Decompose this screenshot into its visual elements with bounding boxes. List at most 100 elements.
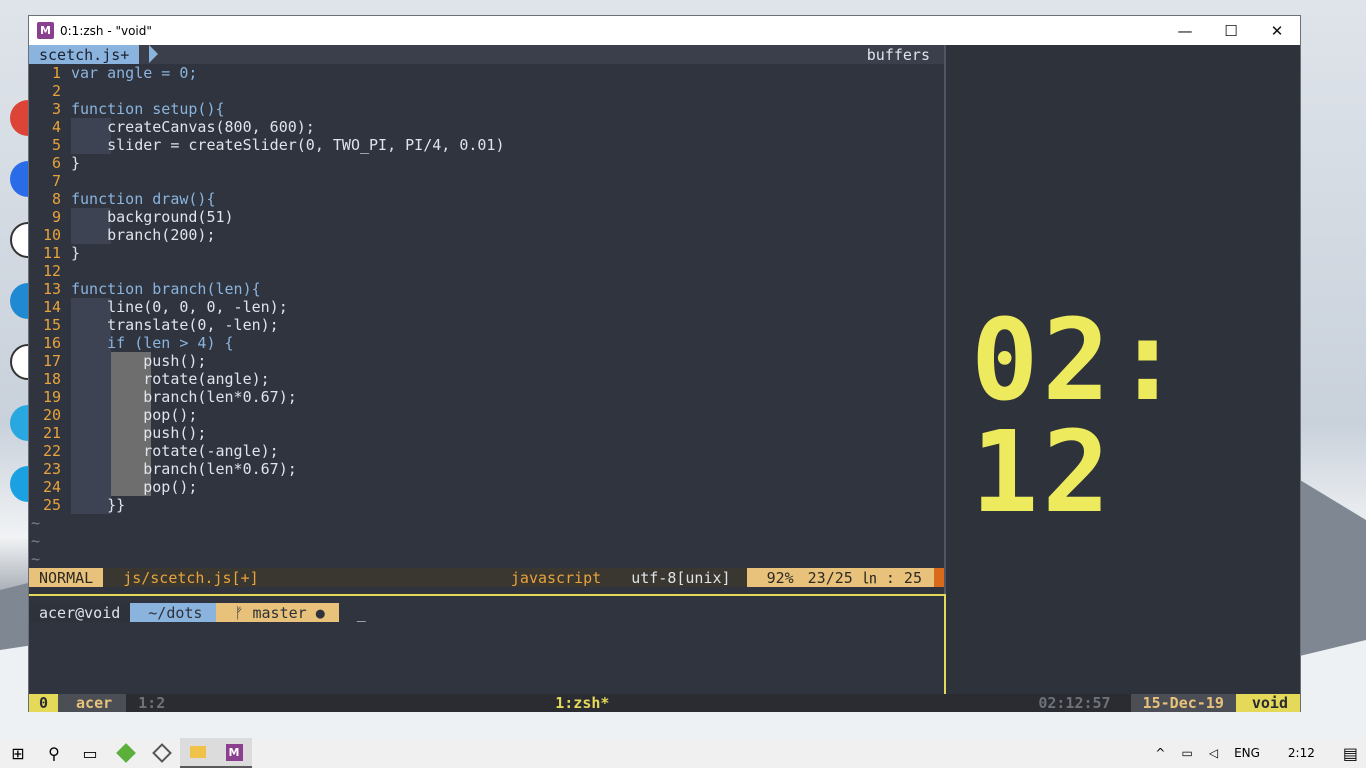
code-text: var angle = 0; (71, 64, 198, 82)
tmux-time: 02:12:57 (1038, 694, 1111, 712)
code-line[interactable]: 25 }} (29, 496, 944, 514)
code-line[interactable]: 21 push(); (29, 424, 944, 442)
code-line[interactable]: 20 pop(); (29, 406, 944, 424)
tty-clock: 02: 12 (971, 296, 1186, 538)
code-line[interactable]: 1 var angle = 0; (29, 64, 944, 82)
code-line[interactable]: 14 line(0, 0, 0, -len); (29, 298, 944, 316)
close-button[interactable]: ✕ (1254, 16, 1300, 45)
code-line[interactable]: 9 background(51) (29, 208, 944, 226)
code-text: branch(len*0.67); (71, 460, 297, 478)
code-text: }} (71, 496, 126, 514)
code-line[interactable]: 24 pop(); (29, 478, 944, 496)
shell-cursor: _ (356, 603, 366, 622)
code-line[interactable]: 11} (29, 244, 944, 262)
system-tray: ^ ▭ ◁ ENG 2:12 ▤ (1147, 738, 1366, 768)
line-number: 4 (51, 118, 61, 136)
line-number: 8 (51, 190, 61, 208)
code-line[interactable]: 13 function branch(len){ (29, 280, 944, 298)
search-button[interactable]: ⚲ (36, 738, 72, 768)
vim-statusline: NORMAL js/scetch.js[+] javascript utf-8[… (29, 568, 944, 587)
tab-separator (149, 45, 158, 63)
prompt-git-branch: ᚠ master ● (216, 603, 339, 622)
line-number: 3 (51, 100, 61, 118)
code-text: function setup(){ (71, 100, 225, 118)
code-line[interactable]: 4 createCanvas(800, 600); (29, 118, 944, 136)
line-number: 5 (51, 136, 61, 154)
code-text: slider = createSlider(0, TWO_PI, PI/4, 0… (71, 136, 505, 154)
tray-chevron-icon[interactable]: ^ (1147, 746, 1173, 760)
status-filename: js/scetch.js[+] (123, 568, 259, 587)
code-text: branch(len*0.67); (71, 388, 297, 406)
tmux-pane-id: 1:2 (138, 694, 166, 712)
code-editor[interactable]: 1 var angle = 0; 2 3 function setup(){4 crea… (29, 64, 944, 568)
tab-scetch-js[interactable]: scetch.js+ (29, 45, 140, 64)
terminal-area[interactable]: scetch.js+ buffers 1 var angle = 0; 2 3 func… (29, 45, 1300, 712)
code-line[interactable]: 3 function setup(){ (29, 100, 944, 118)
mintty-taskbar-icon[interactable]: M (216, 738, 252, 768)
code-text: function draw(){ (71, 190, 216, 208)
dropbox-icon[interactable] (144, 738, 180, 768)
code-line[interactable]: 22 rotate(-angle); (29, 442, 944, 460)
line-number: 13 (42, 280, 61, 298)
tmux-hostname: void (1235, 694, 1300, 712)
line-number: 23 (42, 460, 61, 478)
line-number: 10 (42, 226, 61, 244)
line-number: 6 (51, 154, 61, 172)
code-line[interactable]: 15 translate(0, -len); (29, 316, 944, 334)
line-number: 14 (42, 298, 61, 316)
code-line[interactable]: 12 (29, 262, 944, 280)
title-bar: M 0:1:zsh - "void" — ☐ ✕ (29, 16, 1300, 45)
line-number: 19 (42, 388, 61, 406)
line-number: 1 (51, 64, 61, 82)
volume-icon[interactable]: ◁ (1201, 746, 1226, 760)
code-line[interactable]: 19 branch(len*0.67); (29, 388, 944, 406)
file-explorer-icon[interactable] (180, 738, 216, 768)
line-number: 16 (42, 334, 61, 352)
code-line[interactable]: 10 branch(200); (29, 226, 944, 244)
status-end-cap (934, 568, 944, 587)
code-line[interactable]: 6} (29, 154, 944, 172)
language-indicator[interactable]: ENG (1226, 746, 1268, 760)
empty-line-tilde: ~ (31, 514, 41, 532)
code-text: line(0, 0, 0, -len); (71, 298, 288, 316)
app-green-icon[interactable] (108, 738, 144, 768)
tmux-session-name: acer (58, 694, 127, 712)
code-line[interactable]: 2 (29, 82, 944, 100)
code-line[interactable]: 16 if (len > 4) { (29, 334, 944, 352)
code-text: rotate(-angle); (71, 442, 279, 460)
maximize-button[interactable]: ☐ (1208, 16, 1254, 45)
code-text: createCanvas(800, 600); (71, 118, 315, 136)
task-view-button[interactable]: ▭ (72, 738, 108, 768)
line-number: 12 (42, 262, 61, 280)
code-text: } (71, 244, 81, 262)
shell-prompt[interactable]: acer@void ~/dots ᚠ master ● _ (29, 603, 366, 622)
empty-line-tilde: ~ (31, 532, 41, 550)
notification-icon[interactable]: ▤ (1335, 744, 1366, 763)
mintty-logo-icon: M (37, 22, 54, 39)
tmux-statusbar: 0 acer 1:2 1:zsh* 02:12:57 15-Dec-19 voi… (29, 694, 1300, 712)
start-button[interactable]: ⊞ (0, 738, 36, 768)
window-title: 0:1:zsh - "void" (60, 23, 152, 38)
clock-pane[interactable]: 02: 12 (946, 45, 1300, 694)
vim-pane[interactable]: scetch.js+ buffers 1 var angle = 0; 2 3 func… (29, 45, 944, 596)
code-line[interactable]: 17 push(); (29, 352, 944, 370)
buffers-label: buffers (866, 45, 930, 64)
code-line[interactable]: 18 rotate(angle); (29, 370, 944, 388)
line-number: 11 (42, 244, 61, 262)
line-number: 15 (42, 316, 61, 334)
tmux-window-active[interactable]: 1:zsh* (555, 694, 609, 712)
network-icon[interactable]: ▭ (1173, 746, 1200, 760)
line-number: 7 (51, 172, 61, 190)
taskbar-clock[interactable]: 2:12 (1268, 746, 1335, 760)
code-line[interactable]: 8 function draw(){ (29, 190, 944, 208)
pane-divider-horizontal[interactable] (29, 594, 946, 596)
code-line[interactable]: 23 branch(len*0.67); (29, 460, 944, 478)
code-line[interactable]: 5 slider = createSlider(0, TWO_PI, PI/4,… (29, 136, 944, 154)
code-text: push(); (71, 424, 207, 442)
status-percent: 92% (766, 568, 794, 587)
line-number: 24 (42, 478, 61, 496)
minimize-button[interactable]: — (1162, 16, 1208, 45)
status-line-col: 23/25 ㏑ : 25 (807, 568, 922, 587)
code-text: } (71, 154, 81, 172)
code-line[interactable]: 7 (29, 172, 944, 190)
